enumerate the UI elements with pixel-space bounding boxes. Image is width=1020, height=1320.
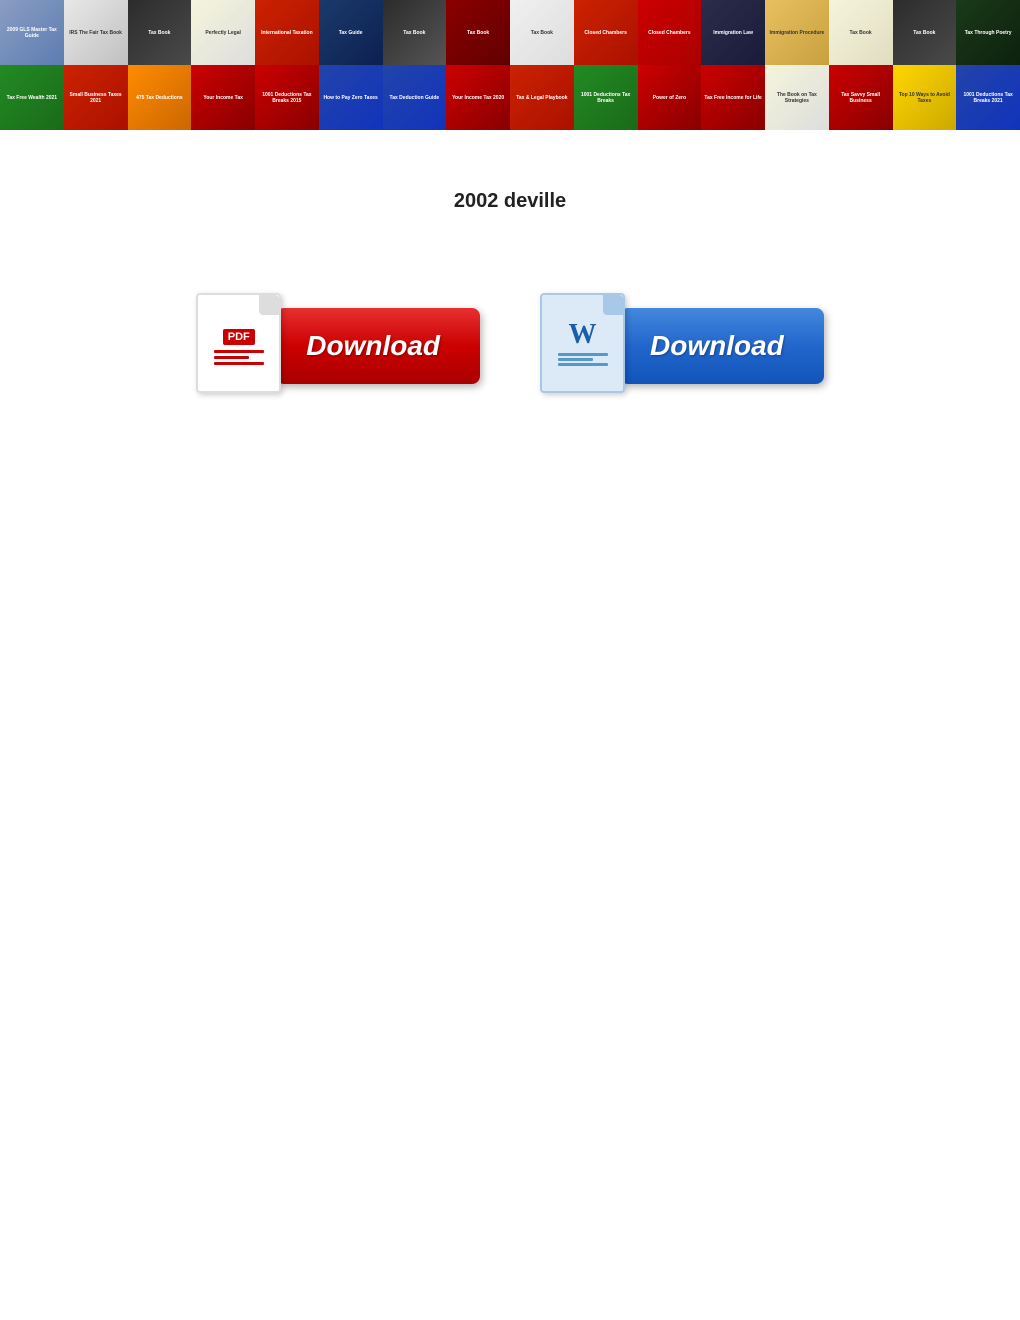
book-item: Tax Savvy Small Business <box>829 65 893 130</box>
book-item: Tax Free Wealth 2021 <box>0 65 64 130</box>
book-item: 1001 Deductions Tax Breaks <box>574 65 638 130</box>
book-banner: 2009 GLS Master Tax Guide IRS The Fair T… <box>0 0 1020 130</box>
book-item: IRS The Fair Tax Book <box>64 0 128 65</box>
word-download-label[interactable]: Download <box>620 308 824 384</box>
book-item: 1001 Deductions Tax Breaks 2021 <box>956 65 1020 130</box>
word-file-icon: W <box>540 293 625 393</box>
book-item: Tax Book <box>829 0 893 65</box>
book-item: Your Income Tax 2020 <box>446 65 510 130</box>
word-icon-container: W <box>540 293 630 398</box>
word-download-button[interactable]: W Download <box>540 293 824 398</box>
word-icon-letter: W <box>569 321 597 349</box>
book-item: Power of Zero <box>638 65 702 130</box>
pdf-line <box>214 350 264 353</box>
book-item: Tax Book <box>446 0 510 65</box>
pdf-file-icon: PDF <box>196 293 281 393</box>
book-row-1: 2009 GLS Master Tax Guide IRS The Fair T… <box>0 0 1020 65</box>
pdf-label: PDF <box>223 329 255 345</box>
book-item: The Book on Tax Strategies <box>765 65 829 130</box>
pdf-download-button[interactable]: PDF Download <box>196 293 480 398</box>
book-row-2: Tax Free Wealth 2021 Small Business Taxe… <box>0 65 1020 130</box>
book-item: Immigration Procedure <box>765 0 829 65</box>
page-title: 2002 deville <box>454 190 566 213</box>
book-item: Small Business Taxes 2021 <box>64 65 128 130</box>
book-item: International Taxation <box>255 0 319 65</box>
word-line <box>558 353 608 356</box>
book-item: Closed Chambers <box>638 0 702 65</box>
pdf-download-label[interactable]: Download <box>276 308 480 384</box>
book-item: 1001 Deductions Tax Breaks 2015 <box>255 65 319 130</box>
book-item: Tax Book <box>510 0 574 65</box>
book-item: Tax Deduction Guide <box>383 65 447 130</box>
word-line <box>558 358 593 361</box>
pdf-icon-container: PDF <box>196 293 286 398</box>
book-item: Closed Chambers <box>574 0 638 65</box>
book-item: Tax Book <box>893 0 957 65</box>
word-icon-lines <box>558 353 608 366</box>
book-item: Tax Free Income for Life <box>701 65 765 130</box>
book-item: 475 Tax Deductions <box>128 65 192 130</box>
book-item: Tax Book <box>128 0 192 65</box>
book-item: Perfectly Legal <box>191 0 255 65</box>
book-item: Your Income Tax <box>191 65 255 130</box>
book-item: 2009 GLS Master Tax Guide <box>0 0 64 65</box>
book-item: Immigration Law <box>701 0 765 65</box>
pdf-line <box>214 356 249 359</box>
book-item: Tax Book <box>383 0 447 65</box>
word-line <box>558 363 608 366</box>
book-item: Tax Through Poetry <box>956 0 1020 65</box>
pdf-line <box>214 362 264 365</box>
book-item: Tax Guide <box>319 0 383 65</box>
main-content: 2002 deville PDF Download W <box>0 130 1020 438</box>
book-item: How to Pay Zero Taxes <box>319 65 383 130</box>
book-item: Tax & Legal Playbook <box>510 65 574 130</box>
book-item: Top 10 Ways to Avoid Taxes <box>893 65 957 130</box>
pdf-icon-lines <box>214 350 264 365</box>
download-section: PDF Download W <box>40 293 980 398</box>
